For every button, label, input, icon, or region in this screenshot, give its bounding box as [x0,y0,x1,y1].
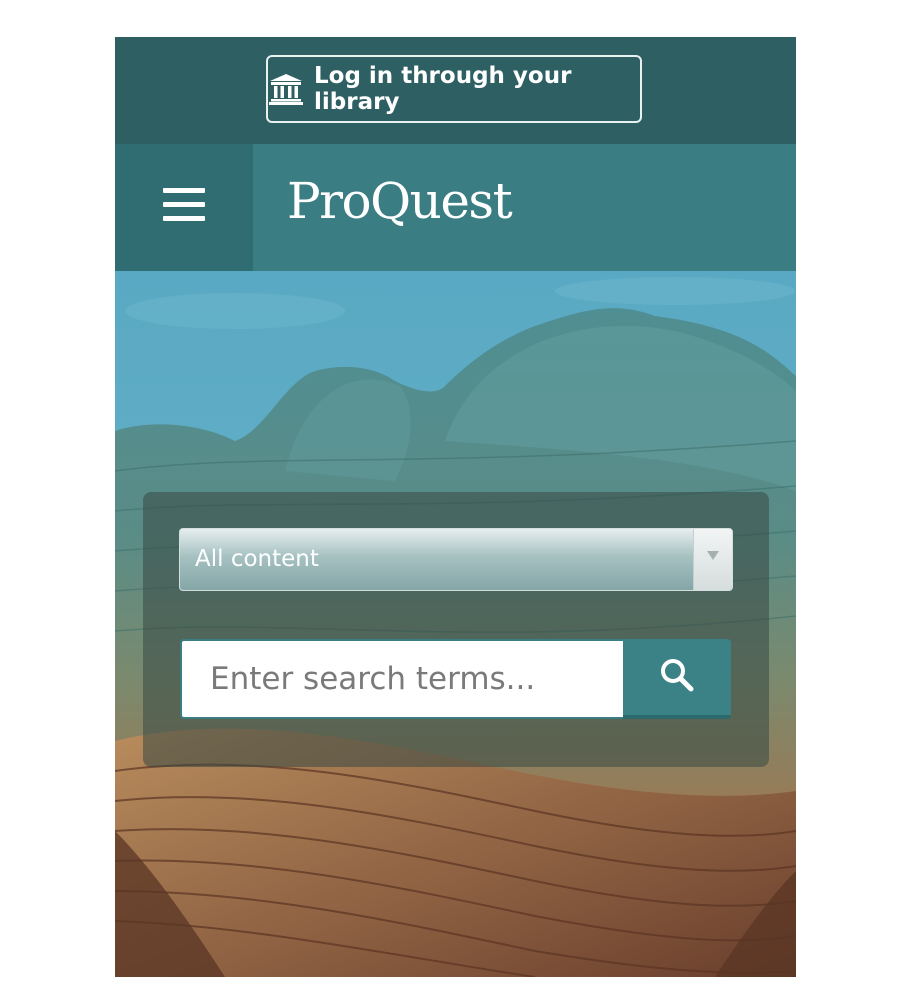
login-library-button[interactable]: Log in through your library [266,55,642,123]
search-icon [660,658,694,697]
select-dropdown-toggle[interactable] [693,529,732,590]
login-library-label: Log in through your library [314,63,572,115]
search-panel: All content [143,492,769,767]
hamburger-menu-icon [163,188,205,227]
top-bar: Log in through your library [115,37,796,144]
proquest-logo[interactable]: ProQuest [287,172,513,230]
search-button[interactable] [623,639,731,719]
chevron-down-icon [707,551,719,560]
app-frame: Log in through your library ProQuest All… [115,37,796,977]
menu-button[interactable] [115,144,253,271]
content-type-selected: All content [195,546,319,572]
search-input[interactable] [180,639,623,719]
content-type-select[interactable]: All content [179,528,733,591]
site-header: ProQuest [115,144,796,271]
institution-icon [268,73,304,105]
